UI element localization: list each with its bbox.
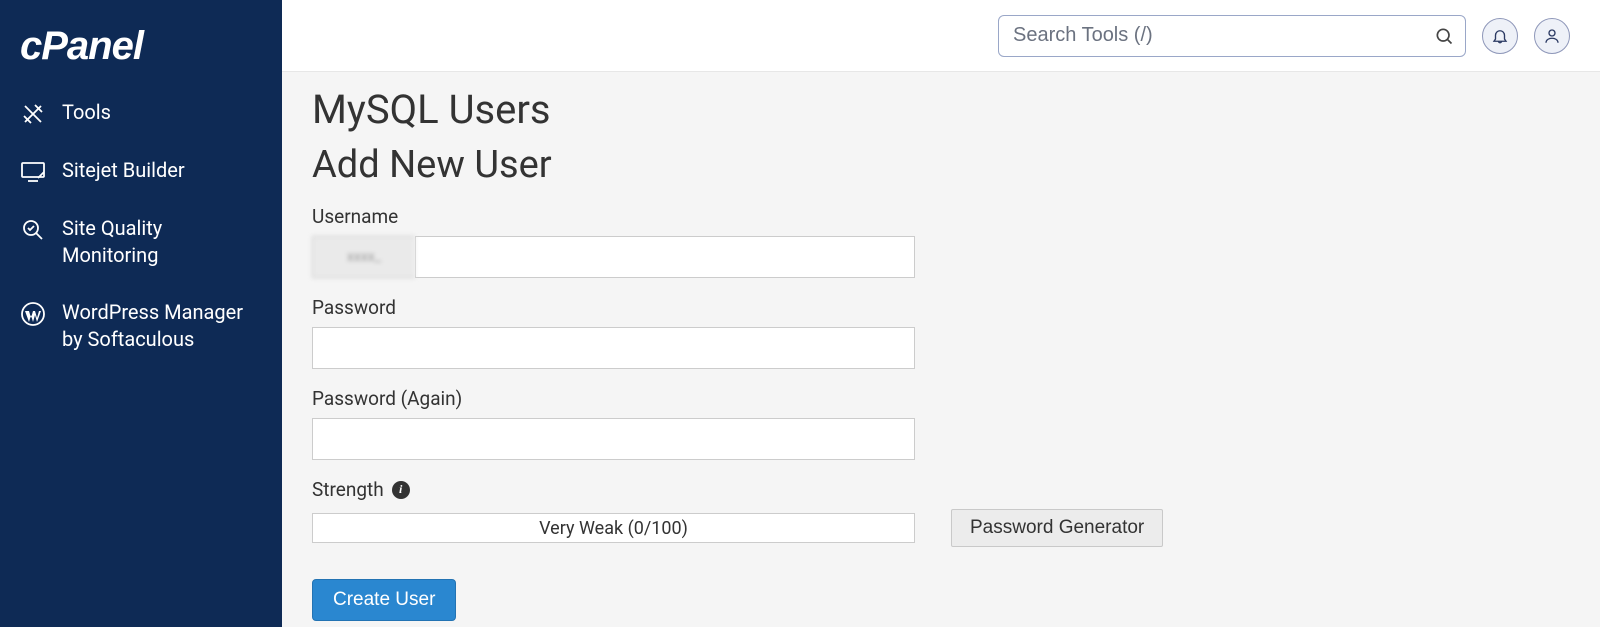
bell-icon bbox=[1491, 27, 1509, 45]
sidebar-item-tools[interactable]: Tools bbox=[18, 87, 264, 139]
username-group: Username xxxx_ bbox=[312, 205, 1570, 278]
search-wrap bbox=[998, 15, 1466, 57]
password-again-group: Password (Again) bbox=[312, 387, 1570, 460]
password-again-label: Password (Again) bbox=[312, 387, 1570, 410]
info-icon[interactable]: i bbox=[392, 481, 410, 499]
tools-icon bbox=[20, 101, 46, 127]
section-title: Add New User bbox=[312, 143, 1570, 187]
username-label: Username bbox=[312, 205, 1570, 228]
strength-group: Strength i Very Weak (0/100) Password Ge… bbox=[312, 478, 1570, 547]
sidebar-item-label: Sitejet Builder bbox=[62, 157, 262, 184]
sidebar-nav: Tools Sitejet Builder bbox=[0, 87, 282, 365]
monitor-icon bbox=[20, 159, 46, 185]
username-prefix: xxxx_ bbox=[312, 236, 415, 278]
sidebar-item-site-quality[interactable]: Site Quality Monitoring bbox=[18, 203, 264, 281]
search-input[interactable] bbox=[998, 15, 1466, 57]
user-icon bbox=[1543, 27, 1561, 45]
username-field[interactable] bbox=[415, 236, 915, 278]
account-button[interactable] bbox=[1534, 18, 1570, 54]
sidebar: cPanel Tools bbox=[0, 0, 282, 627]
sidebar-item-label: WordPress Manager by Softaculous bbox=[62, 299, 262, 353]
wordpress-icon bbox=[20, 301, 46, 327]
password-again-field[interactable] bbox=[312, 418, 915, 460]
main: MySQL Users Add New User Username xxxx_ … bbox=[282, 0, 1600, 627]
brand-name: cPanel bbox=[20, 24, 262, 69]
create-user-button[interactable]: Create User bbox=[312, 579, 456, 621]
magnifier-check-icon bbox=[20, 217, 46, 243]
strength-meter: Very Weak (0/100) bbox=[312, 513, 915, 543]
sidebar-item-sitejet[interactable]: Sitejet Builder bbox=[18, 145, 264, 197]
page-title: MySQL Users bbox=[312, 86, 1570, 133]
search-icon bbox=[1434, 26, 1454, 46]
strength-text: Very Weak (0/100) bbox=[539, 518, 688, 539]
sidebar-item-wordpress[interactable]: WordPress Manager by Softaculous bbox=[18, 287, 264, 365]
strength-label-text: Strength bbox=[312, 478, 384, 501]
content: MySQL Users Add New User Username xxxx_ … bbox=[282, 72, 1600, 627]
strength-label: Strength i bbox=[312, 478, 1570, 501]
sidebar-item-label: Site Quality Monitoring bbox=[62, 215, 262, 269]
password-generator-button[interactable]: Password Generator bbox=[951, 509, 1163, 547]
password-group: Password bbox=[312, 296, 1570, 369]
topbar bbox=[282, 0, 1600, 72]
notifications-button[interactable] bbox=[1482, 18, 1518, 54]
password-label: Password bbox=[312, 296, 1570, 319]
logo: cPanel bbox=[0, 10, 282, 87]
password-field[interactable] bbox=[312, 327, 915, 369]
sidebar-item-label: Tools bbox=[62, 99, 262, 126]
